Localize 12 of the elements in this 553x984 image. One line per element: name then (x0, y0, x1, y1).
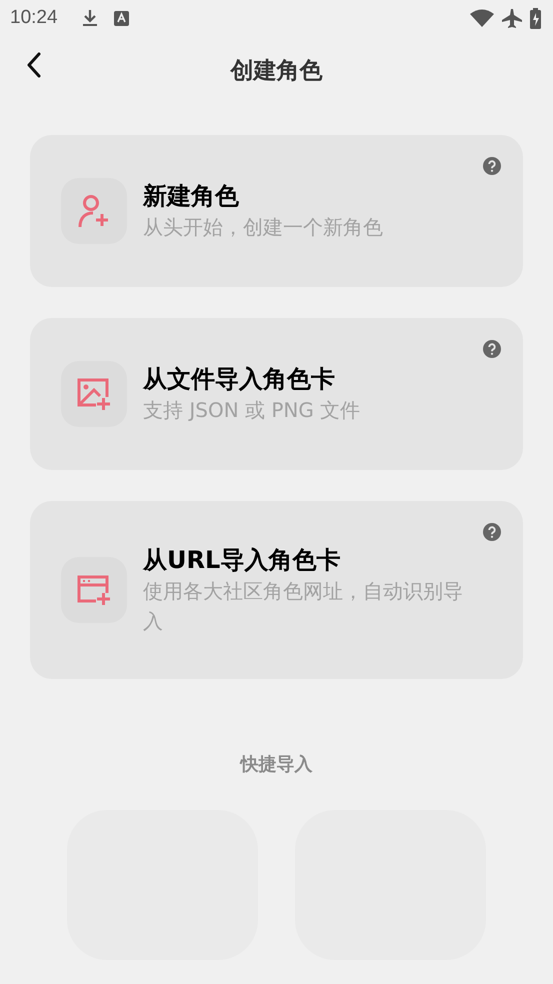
option-title: 从URL导入角色卡 (143, 545, 342, 576)
option-description: 从头开始，创建一个新角色 (143, 214, 383, 242)
status-time: 10:24 (10, 6, 58, 30)
section-heading: 快捷导入 (238, 753, 314, 778)
option-title: 新建角色 (143, 180, 240, 212)
option-description: 使用各大社区角色网址，自动识别导入 (143, 578, 463, 636)
option-card[interactable]: 新建角色 从头开始，创建一个新角色 (30, 135, 523, 287)
option-card[interactable]: 从文件导入角色卡 支持 JSON 或 PNG 文件 (30, 318, 523, 470)
option-description: 支持 JSON 或 PNG 文件 (143, 397, 360, 424)
page-title: 创建角色 (230, 58, 322, 86)
option-card[interactable]: 从URL导入角色卡 使用各大社区角色网址，自动识别导入 (30, 501, 523, 680)
option-title: 从文件导入角色卡 (143, 364, 336, 395)
